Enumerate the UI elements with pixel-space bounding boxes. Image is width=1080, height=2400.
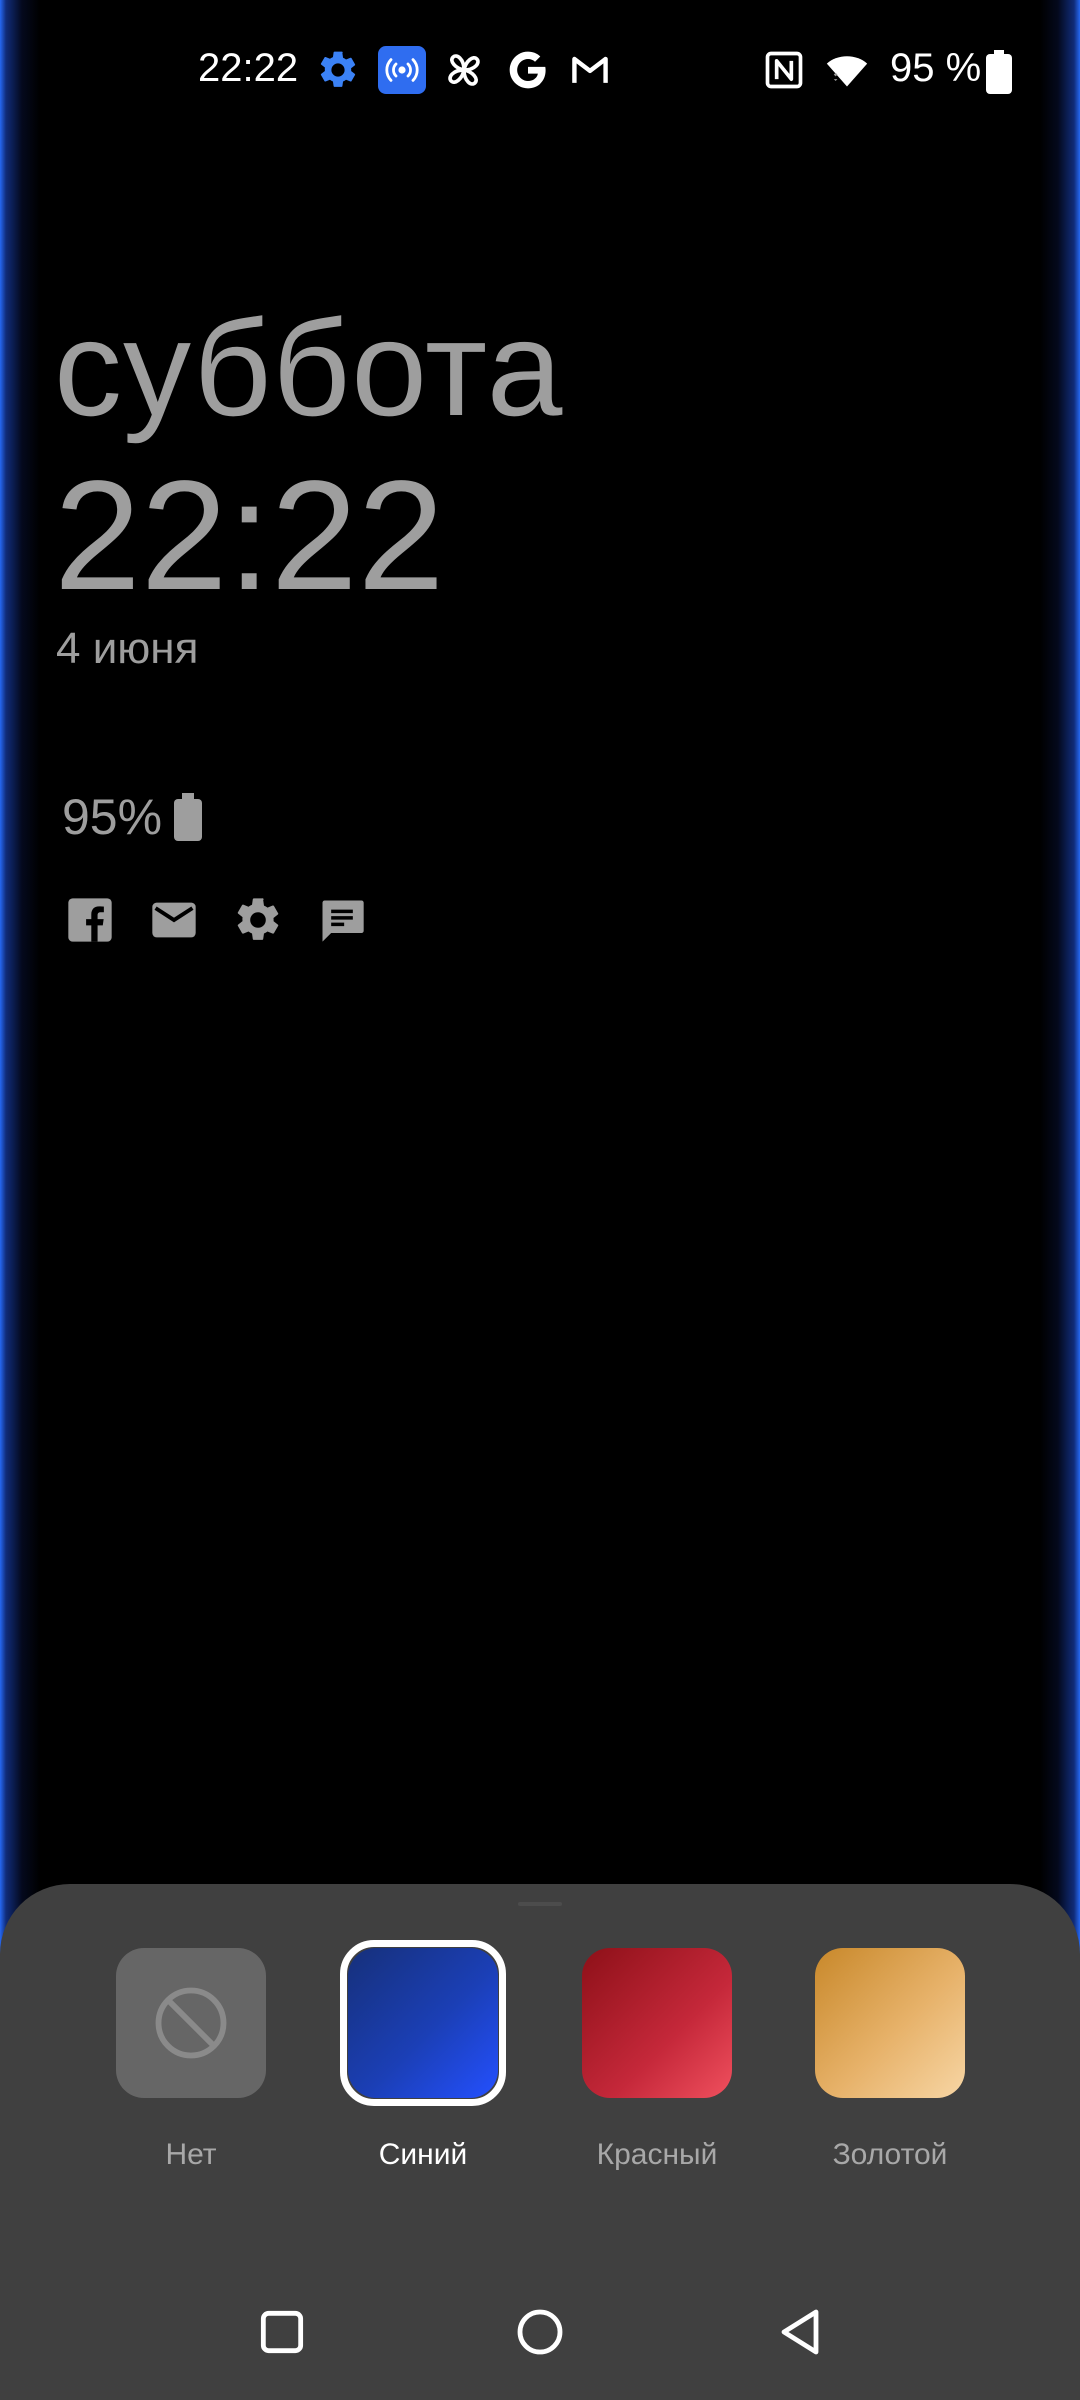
settings-icon [320, 51, 356, 87]
settings-icon [237, 898, 279, 940]
block-icon [155, 1987, 227, 2059]
facebook-icon [68, 898, 112, 942]
message-icon [322, 900, 364, 942]
notification-icons [64, 894, 400, 946]
battery-icon [986, 50, 1012, 94]
color-option-label: Нет [165, 2138, 217, 2171]
status-time: 22:22 [198, 46, 299, 90]
status-bar: 22:22 95 % [0, 0, 1080, 140]
lock-date: 4 июня [56, 624, 199, 673]
gmail-icon [572, 56, 608, 83]
lock-time: 22:22 [54, 449, 445, 623]
color-option-none[interactable] [116, 1948, 266, 2098]
color-option-label: Синий [378, 2138, 468, 2171]
google-icon [509, 51, 546, 89]
status-battery-percent: 95 % [890, 46, 982, 90]
mail-icon [152, 902, 196, 938]
pinwheel-icon [448, 54, 480, 86]
battery-icon [174, 793, 203, 841]
color-option-label: Красный [596, 2138, 718, 2171]
lock-battery-percent: 95% [62, 789, 163, 845]
lock-day: суббота [54, 292, 564, 444]
nfc-icon [765, 51, 803, 89]
wifi-icon [826, 56, 868, 87]
color-option-blue[interactable] [348, 1948, 498, 2098]
back-button[interactable] [768, 2300, 832, 2364]
home-button[interactable] [508, 2300, 572, 2364]
color-option-label: Золотой [832, 2138, 948, 2171]
sheet-handle[interactable] [518, 1902, 562, 1906]
color-option-red[interactable] [582, 1948, 732, 2098]
color-option-gold[interactable] [815, 1948, 965, 2098]
lock-battery: 95% [62, 788, 203, 846]
hotspot-icon [378, 46, 426, 94]
recents-button[interactable] [250, 2300, 314, 2364]
